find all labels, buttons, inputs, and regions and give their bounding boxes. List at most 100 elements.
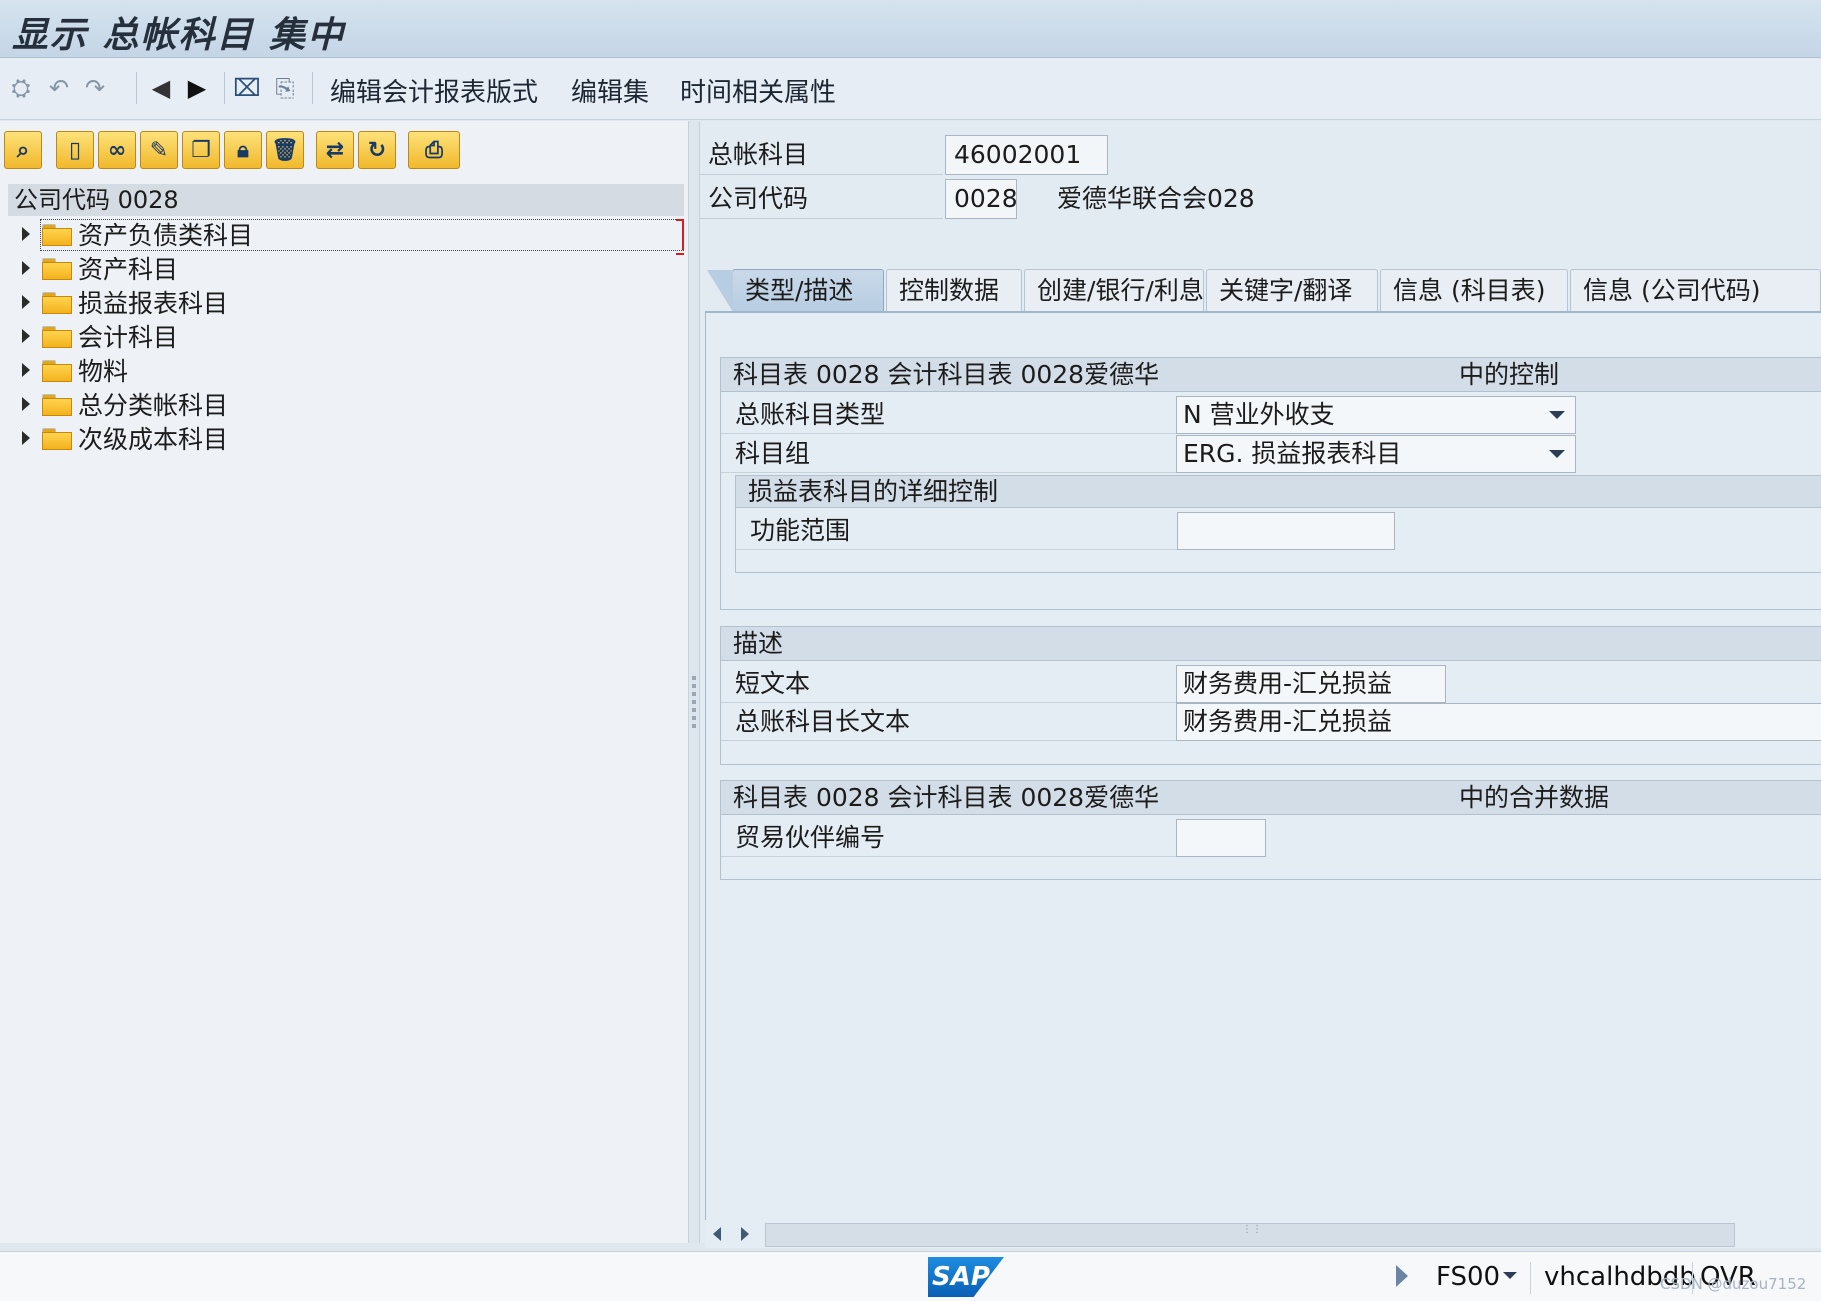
tree-node-label: 资产科目 xyxy=(78,255,179,284)
expand-icon[interactable]: ⇄ xyxy=(316,131,354,169)
toolbar-separator xyxy=(224,72,225,104)
lock-icon[interactable]: 🔒︎ xyxy=(224,131,262,169)
copy-icon[interactable]: ❐ xyxy=(182,131,220,169)
undo-icon[interactable]: ↶ xyxy=(44,73,74,103)
expand-arrow-icon[interactable] xyxy=(22,363,30,377)
account-type-label: 总账科目类型 xyxy=(721,396,1176,434)
tree-node-label: 资产负债类科目 xyxy=(78,221,254,250)
scroll-track[interactable] xyxy=(765,1223,1735,1247)
status-bar: SAP FS00 vhcalhdbdb OVR CSDN @duzou7152 xyxy=(0,1251,1821,1301)
chevron-down-icon[interactable] xyxy=(1549,450,1565,458)
gl-account-field[interactable]: 46002001 xyxy=(945,135,1108,175)
pl-detail-group: 损益表科目的详细控制 功能范围 xyxy=(735,475,1821,573)
scroll-right-icon[interactable] xyxy=(741,1227,749,1241)
expand-arrow-icon[interactable] xyxy=(22,295,30,309)
expand-arrow-icon[interactable] xyxy=(22,397,30,411)
expand-arrow-icon[interactable] xyxy=(22,329,30,343)
short-text-label: 短文本 xyxy=(721,665,1176,703)
folder-icon xyxy=(42,224,72,246)
tab-keyword-translation[interactable]: 关键字/翻译 xyxy=(1206,269,1378,311)
status-separator xyxy=(1530,1262,1531,1294)
toolbar-separator xyxy=(136,72,137,104)
pane-splitter[interactable] xyxy=(688,121,700,1243)
description-group: 描述 短文本 财务费用-汇兑损益 总账科目长文本 财务费用-汇兑损益 xyxy=(720,626,1821,765)
sap-logo: SAP xyxy=(928,1257,1004,1297)
time-dependent-attributes-button[interactable]: 时间相关属性 xyxy=(680,72,836,109)
next-icon[interactable]: ▶ xyxy=(182,73,212,103)
consolidation-group: 科目表 0028 会计科目表 0028爱德华 中的合并数据 贸易伙伴编号 xyxy=(720,780,1821,880)
tab-type-description[interactable]: 类型/描述 xyxy=(707,269,884,312)
folder-icon xyxy=(42,258,72,280)
consolidation-group-title-left: 科目表 0028 会计科目表 0028爱德华 xyxy=(733,783,1160,812)
chevron-down-icon[interactable] xyxy=(1503,1272,1517,1279)
account-group-value: ERG. 损益报表科目 xyxy=(1183,439,1402,468)
display-other-icon[interactable]: ⎘ xyxy=(270,73,300,103)
window-title: 显示 总帐科目 集中 xyxy=(12,15,346,56)
tree-node-label: 物料 xyxy=(78,357,129,386)
long-text-label: 总账科目长文本 xyxy=(721,703,1176,741)
tab-control-data[interactable]: 控制数据 xyxy=(886,269,1022,311)
splitter-grip-icon[interactable] xyxy=(692,676,696,732)
folder-icon xyxy=(42,292,72,314)
tree-node[interactable]: 资产负债类科目 xyxy=(0,219,688,255)
tree-node-label: 损益报表科目 xyxy=(78,289,229,318)
delete-entry-icon[interactable]: ⌧ xyxy=(232,73,262,103)
folder-icon xyxy=(42,394,72,416)
account-type-select[interactable]: N 营业外收支 xyxy=(1176,396,1576,434)
tab-strip: 类型/描述 控制数据 创建/银行/利息 关键字/翻译 信息 (科目表) 信息 (… xyxy=(700,269,1821,312)
change-icon[interactable]: ✎ xyxy=(140,131,178,169)
consolidation-group-title: 科目表 0028 会计科目表 0028爱德华 中的合并数据 xyxy=(721,781,1821,815)
tree-node-label: 次级成本科目 xyxy=(78,425,229,454)
status-toggle-icon[interactable] xyxy=(1396,1265,1408,1287)
expand-arrow-icon[interactable] xyxy=(22,227,30,241)
tree-node[interactable]: 损益报表科目 xyxy=(0,287,688,321)
company-name: 爱德华联合会028 xyxy=(1057,184,1255,213)
tree-node[interactable]: 会计科目 xyxy=(0,321,688,355)
folder-icon xyxy=(42,326,72,348)
create-icon[interactable]: ▯ xyxy=(56,131,94,169)
tree-node-label: 会计科目 xyxy=(78,323,179,352)
tree-node[interactable]: 物料 xyxy=(0,355,688,389)
print-icon[interactable]: ⎙ xyxy=(408,131,460,169)
account-type-value: N 营业外收支 xyxy=(1183,400,1335,429)
functional-area-input[interactable] xyxy=(1177,512,1395,550)
chevron-down-icon[interactable] xyxy=(1549,411,1565,419)
tab-create-bank-interest[interactable]: 创建/银行/利息 xyxy=(1024,269,1204,311)
find-icon[interactable]: ⌕ xyxy=(4,131,42,169)
refresh-icon[interactable]: ↻ xyxy=(358,131,396,169)
edit-sets-button[interactable]: 编辑集 xyxy=(571,72,649,109)
long-text-input[interactable]: 财务费用-汇兑损益 xyxy=(1176,703,1821,741)
title-bar: 显示 总帐科目 集中 xyxy=(0,0,1821,58)
tab-info-chart-of-accounts[interactable]: 信息 (科目表) xyxy=(1380,269,1568,311)
tree-node-label: 总分类帐科目 xyxy=(78,391,229,420)
folder-icon xyxy=(42,360,72,382)
consolidation-group-title-right: 中的合并数据 xyxy=(1459,783,1610,812)
account-group-select[interactable]: ERG. 损益报表科目 xyxy=(1176,435,1576,473)
previous-icon[interactable]: ◀ xyxy=(146,73,176,103)
tree-node[interactable]: 次级成本科目 xyxy=(0,423,688,457)
tree-node[interactable]: 总分类帐科目 xyxy=(0,389,688,423)
delete-icon[interactable]: 🗑︎ xyxy=(266,131,304,169)
control-group-title-right: 中的控制 xyxy=(1459,360,1560,389)
company-code-field[interactable]: 0028 xyxy=(945,179,1018,219)
scroll-left-icon[interactable] xyxy=(713,1227,721,1241)
trading-partner-input[interactable] xyxy=(1176,819,1266,857)
expand-arrow-icon[interactable] xyxy=(22,261,30,275)
redo-icon[interactable]: ↷ xyxy=(80,73,110,103)
tab-info-company-code[interactable]: 信息 (公司代码) xyxy=(1570,269,1821,311)
toolbar-separator xyxy=(312,72,313,104)
expand-arrow-icon[interactable] xyxy=(22,431,30,445)
short-text-input[interactable]: 财务费用-汇兑损益 xyxy=(1176,665,1446,703)
description-group-title: 描述 xyxy=(721,627,1821,661)
tree-header: 公司代码 0028 xyxy=(8,184,684,216)
display-icon[interactable]: ∞ xyxy=(98,131,136,169)
application-toolbar: ⛭ ↶ ↷ ◀ ▶ ⌧ ⎘ 编辑会计报表版式 编辑集 时间相关属性 xyxy=(0,58,1821,120)
account-group-label: 科目组 xyxy=(721,435,1176,473)
horizontal-scrollbar[interactable] xyxy=(705,1220,1821,1248)
pl-detail-title: 损益表科目的详细控制 xyxy=(736,476,1821,508)
functional-area-label: 功能范围 xyxy=(736,512,1177,550)
control-group-title-left: 科目表 0028 会计科目表 0028爱德华 xyxy=(733,360,1160,389)
master-data-icon[interactable]: ⛭ xyxy=(6,73,36,103)
tree-node[interactable]: 资产科目 xyxy=(0,253,688,287)
edit-fs-version-button[interactable]: 编辑会计报表版式 xyxy=(330,72,538,109)
